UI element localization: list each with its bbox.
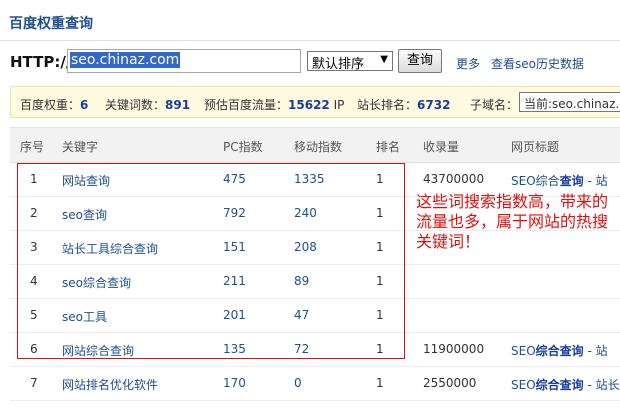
- header-mobile-index: 移动指数: [294, 140, 343, 154]
- more-link[interactable]: 更多: [456, 55, 480, 72]
- baidu-weight-value[interactable]: 6: [80, 98, 88, 112]
- traffic-label: 预估百度流量：: [204, 98, 289, 112]
- annotation-note: 这些词搜索指数高，带来的流量也多，属于网站的热搜关键词！: [416, 192, 609, 251]
- page-title-highlight: 综合查询: [535, 344, 584, 358]
- page-title-suffix: - 站长: [583, 378, 620, 392]
- sort-select-value: 默认排序: [312, 57, 365, 72]
- traffic-stat: 预估百度流量：15622 IP: [204, 96, 344, 113]
- site-rank-label: 站长排名：: [357, 98, 418, 112]
- keywords-count-stat: 关键词数：891: [105, 96, 190, 113]
- page-title-link[interactable]: SEO综合查询 - 站: [511, 342, 608, 359]
- keywords-count-value[interactable]: 891: [165, 98, 190, 112]
- row-index: 7: [30, 376, 38, 390]
- baidu-weight-label: 百度权重：: [20, 98, 81, 112]
- title-divider: [0, 40, 620, 41]
- header-pc-index: PC指数: [223, 140, 263, 154]
- subdomain-select[interactable]: 当前:seo.chinaz.: [519, 92, 620, 112]
- header-indexed: 收录量: [423, 140, 460, 154]
- page-title-highlight: 查询: [559, 174, 584, 188]
- page-title-link[interactable]: SEO综合查询 - 站长: [511, 376, 620, 393]
- keywords-count-label: 关键词数：: [105, 98, 166, 112]
- table-row: 7 网站排名优化软件 170 0 1 2550000 SEO综合查询 - 站长: [10, 366, 620, 401]
- seo-history-link[interactable]: 查看seo历史数据: [491, 55, 584, 72]
- header-index: 序号: [20, 140, 45, 154]
- sort-select[interactable]: 默认排序 ▼: [307, 51, 393, 72]
- page-title-part: SEO: [511, 378, 536, 392]
- page-title-part: SEO综合: [511, 174, 560, 188]
- page-title: 百度权重查询: [9, 16, 93, 32]
- dropdown-arrow-icon: ▼: [380, 54, 388, 65]
- stats-bar: 百度权重：6 关键词数：891 预估百度流量：15622 IP 站长排名：673…: [10, 86, 620, 118]
- http-label: HTTP://: [10, 53, 72, 71]
- indexed-count: 2550000: [423, 376, 477, 390]
- rank-value: 1: [376, 376, 384, 390]
- page-title-highlight: 综合查询: [535, 378, 584, 392]
- mobile-index-link[interactable]: 0: [294, 376, 302, 390]
- subdomain-label: 子域名：: [470, 98, 519, 112]
- page-title-suffix: - 站: [583, 174, 608, 188]
- pc-index-link[interactable]: 170: [223, 376, 246, 390]
- header-rank: 排名: [376, 140, 401, 154]
- indexed-count: 43700000: [423, 172, 485, 186]
- indexed-count: 11900000: [423, 342, 485, 356]
- table-header: 序号 关键字 PC指数 移动指数 排名 收录量 网页标题: [10, 127, 620, 163]
- query-button[interactable]: 查询: [398, 49, 442, 73]
- header-keyword: 关键字: [62, 140, 99, 154]
- traffic-unit: IP: [329, 98, 345, 112]
- keyword-link[interactable]: 网站排名优化软件: [62, 376, 158, 393]
- baidu-weight-stat: 百度权重：6: [20, 96, 88, 113]
- highlight-box: [17, 163, 405, 359]
- url-input[interactable]: seo.chinaz.com: [67, 49, 301, 73]
- header-page-title: 网页标题: [511, 140, 560, 154]
- site-rank-stat: 站长排名：6732: [357, 96, 450, 113]
- page-title-suffix: - 站: [583, 344, 608, 358]
- page-title-link[interactable]: SEO综合查询 - 站: [511, 172, 608, 189]
- site-rank-value[interactable]: 6732: [417, 98, 450, 112]
- traffic-value: 15622: [288, 98, 330, 112]
- page-title-part: SEO: [511, 344, 536, 358]
- url-input-value: seo.chinaz.com: [70, 52, 181, 68]
